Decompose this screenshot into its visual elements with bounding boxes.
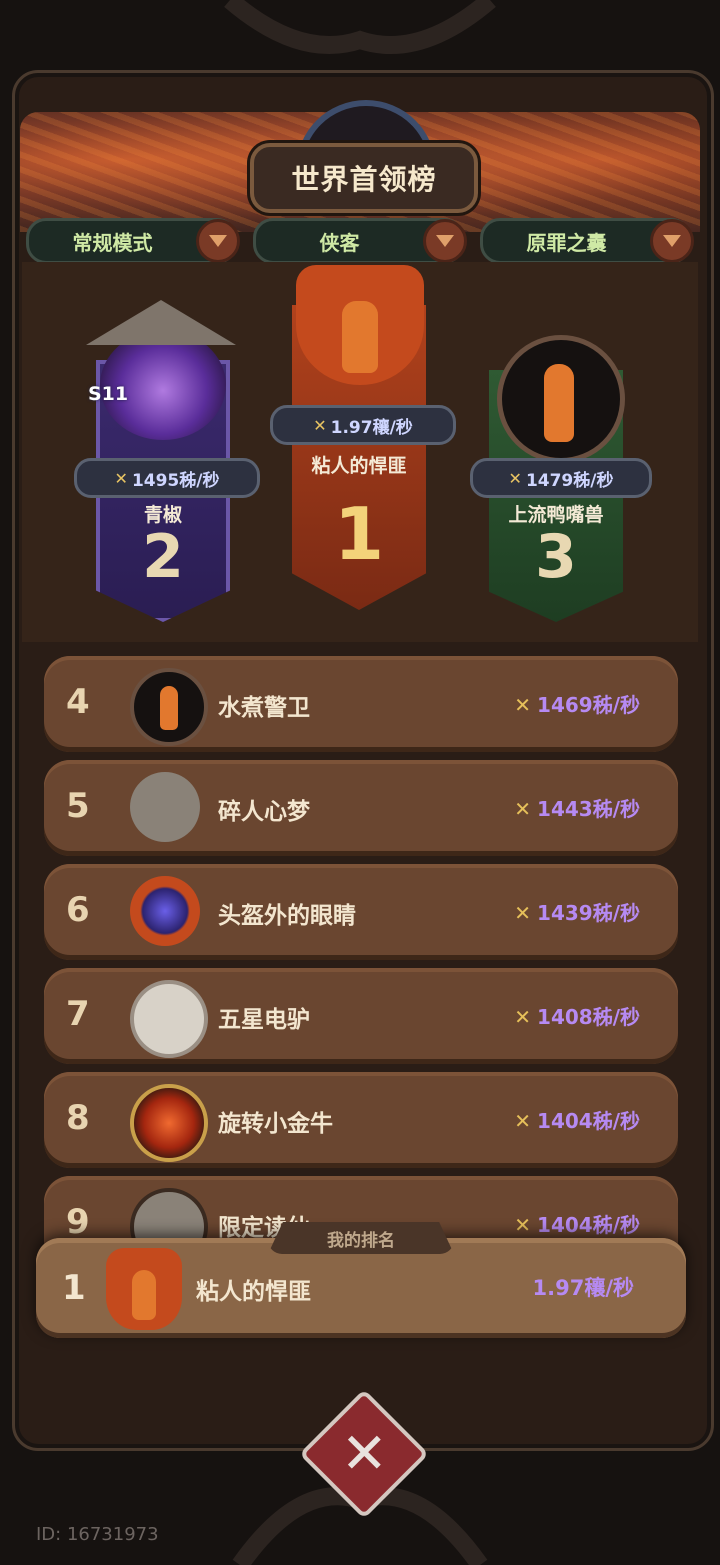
mode-filter-label: 常规模式 bbox=[72, 230, 153, 255]
title-plate: 世界首领榜 bbox=[250, 143, 478, 213]
leaderboard-row[interactable]: 6 头盔外的眼睛 ✕ 1439秭/秒 bbox=[44, 864, 678, 960]
close-x-icon: ✕ bbox=[340, 1420, 388, 1486]
crossed-swords-icon: ✕ bbox=[514, 1109, 532, 1133]
podium-rank-number-3: 3 bbox=[535, 522, 577, 592]
boss-filter[interactable]: 原罪之囊 bbox=[480, 218, 694, 264]
chevron-down-icon[interactable] bbox=[196, 219, 240, 263]
podium-rank-number-1: 1 bbox=[333, 492, 385, 576]
podium-score-1: ✕ 1.97穰/秒 bbox=[270, 405, 456, 445]
row-rank: 6 bbox=[66, 890, 90, 930]
crossed-swords-icon: ✕ bbox=[114, 468, 128, 488]
mode-filter[interactable]: 常规模式 bbox=[26, 218, 240, 264]
podium-name-1: 粘人的悍匪 bbox=[311, 455, 407, 477]
row-rank: 5 bbox=[66, 786, 90, 826]
crossed-swords-icon: ✕ bbox=[514, 1005, 532, 1029]
row-name: 五星电驴 bbox=[218, 1007, 310, 1033]
row-score: ✕ 1404秭/秒 bbox=[514, 1213, 640, 1237]
my-rank-label: 我的排名 bbox=[268, 1222, 454, 1254]
chevron-down-icon[interactable] bbox=[423, 219, 467, 263]
row-name: 头盔外的眼睛 bbox=[218, 903, 356, 929]
row-score: ✕ 1443秭/秒 bbox=[514, 797, 640, 821]
horned-avatar bbox=[130, 980, 208, 1058]
row-score: ✕ 1439秭/秒 bbox=[514, 901, 640, 925]
my-rank-number: 1 bbox=[62, 1268, 86, 1308]
row-score: ✕ 1408秭/秒 bbox=[514, 1005, 640, 1029]
player-avatar-1[interactable] bbox=[296, 265, 424, 385]
crossed-swords-icon: ✕ bbox=[514, 901, 532, 925]
podium-score-value-1: 1.97穰/秒 bbox=[330, 417, 413, 438]
podium-score-value-2: 1495秭/秒 bbox=[131, 470, 220, 491]
podium-rank-number-2: 2 bbox=[142, 522, 184, 592]
row-name: 旋转小金牛 bbox=[218, 1111, 333, 1137]
chevron-down-icon[interactable] bbox=[650, 219, 694, 263]
row-rank: 7 bbox=[66, 994, 90, 1034]
leaderboard-row[interactable]: 4 水煮警卫 ✕ 1469秭/秒 bbox=[44, 656, 678, 752]
podium-score-3: ✕ 1479秭/秒 bbox=[470, 458, 652, 498]
boss-filter-label: 原罪之囊 bbox=[526, 230, 607, 255]
leaderboard-row[interactable]: 8 旋转小金牛 ✕ 1404秭/秒 bbox=[44, 1072, 678, 1168]
leaderboard-row[interactable]: 7 五星电驴 ✕ 1408秭/秒 bbox=[44, 968, 678, 1064]
row-rank: 8 bbox=[66, 1098, 90, 1138]
crossed-swords-icon: ✕ bbox=[508, 468, 522, 488]
leaderboard-row[interactable]: 5 碎人心梦 ✕ 1443秭/秒 bbox=[44, 760, 678, 856]
my-score: 1.97穰/秒 bbox=[532, 1276, 634, 1300]
page-title: 世界首领榜 bbox=[291, 163, 437, 196]
user-id: ID: 16731973 bbox=[36, 1524, 159, 1545]
row-name: 水煮警卫 bbox=[218, 695, 310, 721]
player-avatar-3[interactable] bbox=[497, 335, 625, 463]
crossed-swords-icon: ✕ bbox=[514, 797, 532, 821]
my-avatar bbox=[106, 1248, 182, 1330]
orb-avatar bbox=[130, 876, 200, 946]
crossed-swords-icon: ✕ bbox=[514, 693, 532, 717]
podium-score-2: ✕ 1495秭/秒 bbox=[74, 458, 260, 498]
crossed-swords-icon: ✕ bbox=[313, 415, 327, 435]
hat-avatar bbox=[130, 772, 200, 842]
season-badge: S11 bbox=[88, 383, 129, 405]
row-score: ✕ 1404秭/秒 bbox=[514, 1109, 640, 1133]
row-rank: 4 bbox=[66, 682, 90, 722]
carrot-avatar bbox=[130, 668, 208, 746]
podium-score-value-3: 1479秭/秒 bbox=[525, 470, 614, 491]
class-filter[interactable]: 侠客 bbox=[253, 218, 467, 264]
class-filter-label: 侠客 bbox=[319, 230, 360, 255]
row-rank: 9 bbox=[66, 1202, 90, 1242]
row-name: 碎人心梦 bbox=[218, 799, 310, 825]
my-name: 粘人的悍匪 bbox=[196, 1279, 311, 1305]
row-score: ✕ 1469秭/秒 bbox=[514, 693, 640, 717]
crossed-swords-icon: ✕ bbox=[514, 1213, 532, 1237]
swirl-avatar bbox=[130, 1084, 208, 1162]
